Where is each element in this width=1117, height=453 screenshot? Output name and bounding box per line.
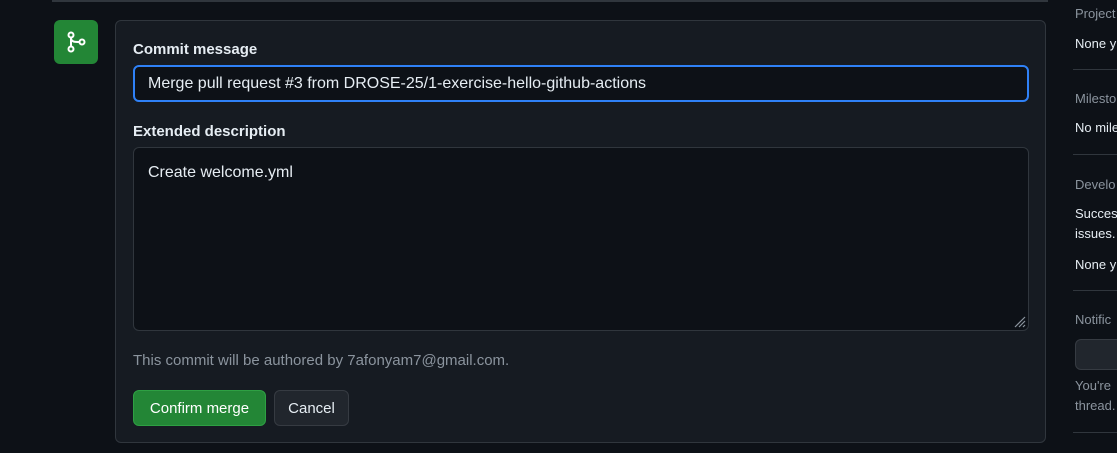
sidebar-projects-heading[interactable]: Project [1075,6,1115,21]
confirm-merge-button[interactable]: Confirm merge [133,390,266,426]
sidebar-development-heading[interactable]: Develo [1075,177,1115,192]
sidebar-development-text: Success [1075,206,1117,221]
extended-description-textarea[interactable]: Create welcome.yml [133,147,1029,331]
sidebar-divider [1073,432,1117,433]
right-sidebar: Project None y Milesto No mile Develo Su… [1063,0,1117,453]
sidebar-notifications-text: thread. [1075,398,1116,413]
sidebar-notifications-heading: Notific [1075,312,1112,327]
sidebar-milestone-heading[interactable]: Milesto [1075,91,1116,106]
sidebar-projects-value: None y [1075,36,1117,51]
sidebar-development-value: None y [1075,257,1117,272]
commit-message-label: Commit message [133,41,258,58]
cancel-button[interactable]: Cancel [274,390,349,426]
sidebar-divider [1073,290,1117,291]
sidebar-notifications-text: You're [1075,378,1111,393]
sidebar-divider [1073,154,1117,155]
subscribe-button[interactable] [1075,339,1117,370]
extended-description-label: Extended description [133,123,286,140]
sidebar-divider [1073,69,1117,70]
sidebar-development-text: issues. [1075,226,1116,241]
git-merge-icon [54,20,98,64]
timeline-top-border [52,0,1048,2]
commit-message-input[interactable] [133,65,1029,102]
commit-author-note: This commit will be authored by 7afonyam… [133,352,510,369]
sidebar-milestone-value: No mile [1075,120,1117,135]
resize-grip-icon[interactable] [1010,312,1026,328]
